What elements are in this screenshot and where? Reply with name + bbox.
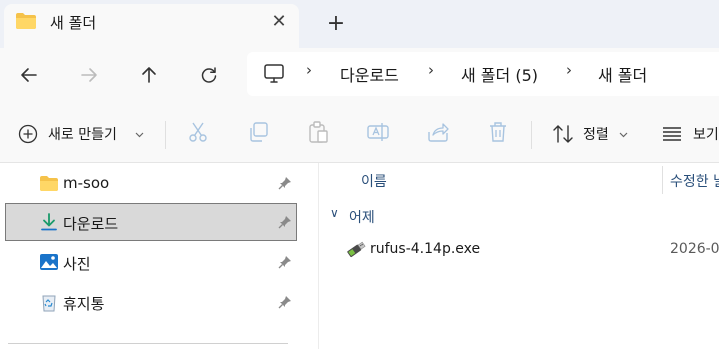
pictures-icon — [40, 254, 58, 270]
toolbar-divider — [165, 121, 166, 149]
this-pc-icon[interactable] — [262, 63, 286, 85]
view-button-label: 보기 — [693, 127, 719, 143]
chevron-down-icon[interactable]: ∨ — [330, 206, 339, 220]
breadcrumb-separator[interactable]: › — [566, 61, 572, 79]
chevron-down-icon — [619, 132, 628, 138]
cut-icon[interactable] — [186, 120, 210, 144]
pane-divider — [8, 343, 288, 344]
back-button[interactable] — [12, 57, 46, 91]
breadcrumb-item-parent-folder[interactable]: 새 폴더 (5) — [461, 62, 538, 86]
sort-button-label: 정렬 — [583, 127, 609, 143]
forward-button[interactable] — [72, 57, 106, 91]
sort-button[interactable]: 정렬 — [546, 112, 636, 154]
breadcrumb-item-downloads[interactable]: 다운로드 — [340, 62, 399, 86]
sidebar-item-m-soo[interactable]: m-soo — [5, 164, 297, 202]
sidebar-item-pictures[interactable]: 사진 — [5, 243, 297, 281]
sidebar-item-label: 다운로드 — [63, 215, 119, 233]
sidebar-item-downloads[interactable]: 다운로드 — [5, 203, 297, 241]
sidebar-item-recycle-bin[interactable]: 휴지통 — [5, 283, 297, 321]
sort-icon — [553, 125, 573, 143]
column-header-date-modified[interactable]: 수정한 날짜 — [670, 171, 719, 191]
breadcrumb-separator[interactable]: › — [306, 61, 312, 79]
sidebar-item-label: 사진 — [63, 255, 91, 273]
arrow-right-icon — [81, 67, 97, 82]
copy-icon[interactable] — [246, 120, 270, 144]
new-button[interactable]: 새로 만들기 — [8, 112, 148, 154]
sidebar-item-label: m-soo — [63, 174, 110, 192]
breadcrumb-item-current-folder[interactable]: 새 폴더 — [598, 62, 647, 86]
new-button-label: 새로 만들기 — [48, 127, 117, 143]
arrow-up-icon — [142, 66, 156, 83]
add-circle-icon — [18, 124, 38, 144]
view-button[interactable]: 보기 — [656, 112, 719, 154]
pin-icon[interactable] — [277, 214, 293, 230]
rename-icon[interactable] — [366, 120, 390, 144]
pin-icon[interactable] — [277, 294, 293, 310]
download-icon — [41, 213, 57, 231]
refresh-icon — [201, 66, 217, 83]
column-header-name[interactable]: 이름 — [361, 171, 387, 191]
toolbar-divider — [531, 121, 532, 149]
recycle-bin-icon — [42, 295, 56, 312]
sidebar-item-label: 휴지통 — [63, 295, 105, 313]
tab-title: 새 폴더 — [50, 14, 97, 32]
tab-current[interactable] — [4, 4, 299, 48]
group-header[interactable]: 어제 — [349, 207, 375, 227]
share-icon[interactable] — [426, 120, 450, 144]
close-icon[interactable]: ✕ — [266, 9, 292, 35]
pane-splitter[interactable] — [318, 163, 319, 349]
paste-icon[interactable] — [306, 120, 330, 144]
up-button[interactable] — [132, 57, 166, 91]
breadcrumb-separator[interactable]: › — [428, 61, 434, 79]
delete-icon[interactable] — [486, 120, 510, 144]
chevron-down-icon — [135, 132, 144, 138]
column-divider[interactable] — [662, 166, 663, 194]
folder-icon — [16, 13, 36, 29]
usb-drive-icon — [347, 241, 366, 258]
file-date-modified: 2026-05- — [670, 241, 719, 257]
arrow-left-icon — [21, 67, 37, 82]
refresh-button[interactable] — [192, 57, 226, 91]
pin-icon[interactable] — [277, 254, 293, 270]
folder-icon — [40, 176, 58, 191]
view-list-icon — [663, 127, 681, 141]
file-name[interactable]: rufus-4.14p.exe — [370, 241, 480, 257]
pin-icon[interactable] — [277, 175, 293, 191]
new-tab-button[interactable]: + — [322, 10, 350, 38]
